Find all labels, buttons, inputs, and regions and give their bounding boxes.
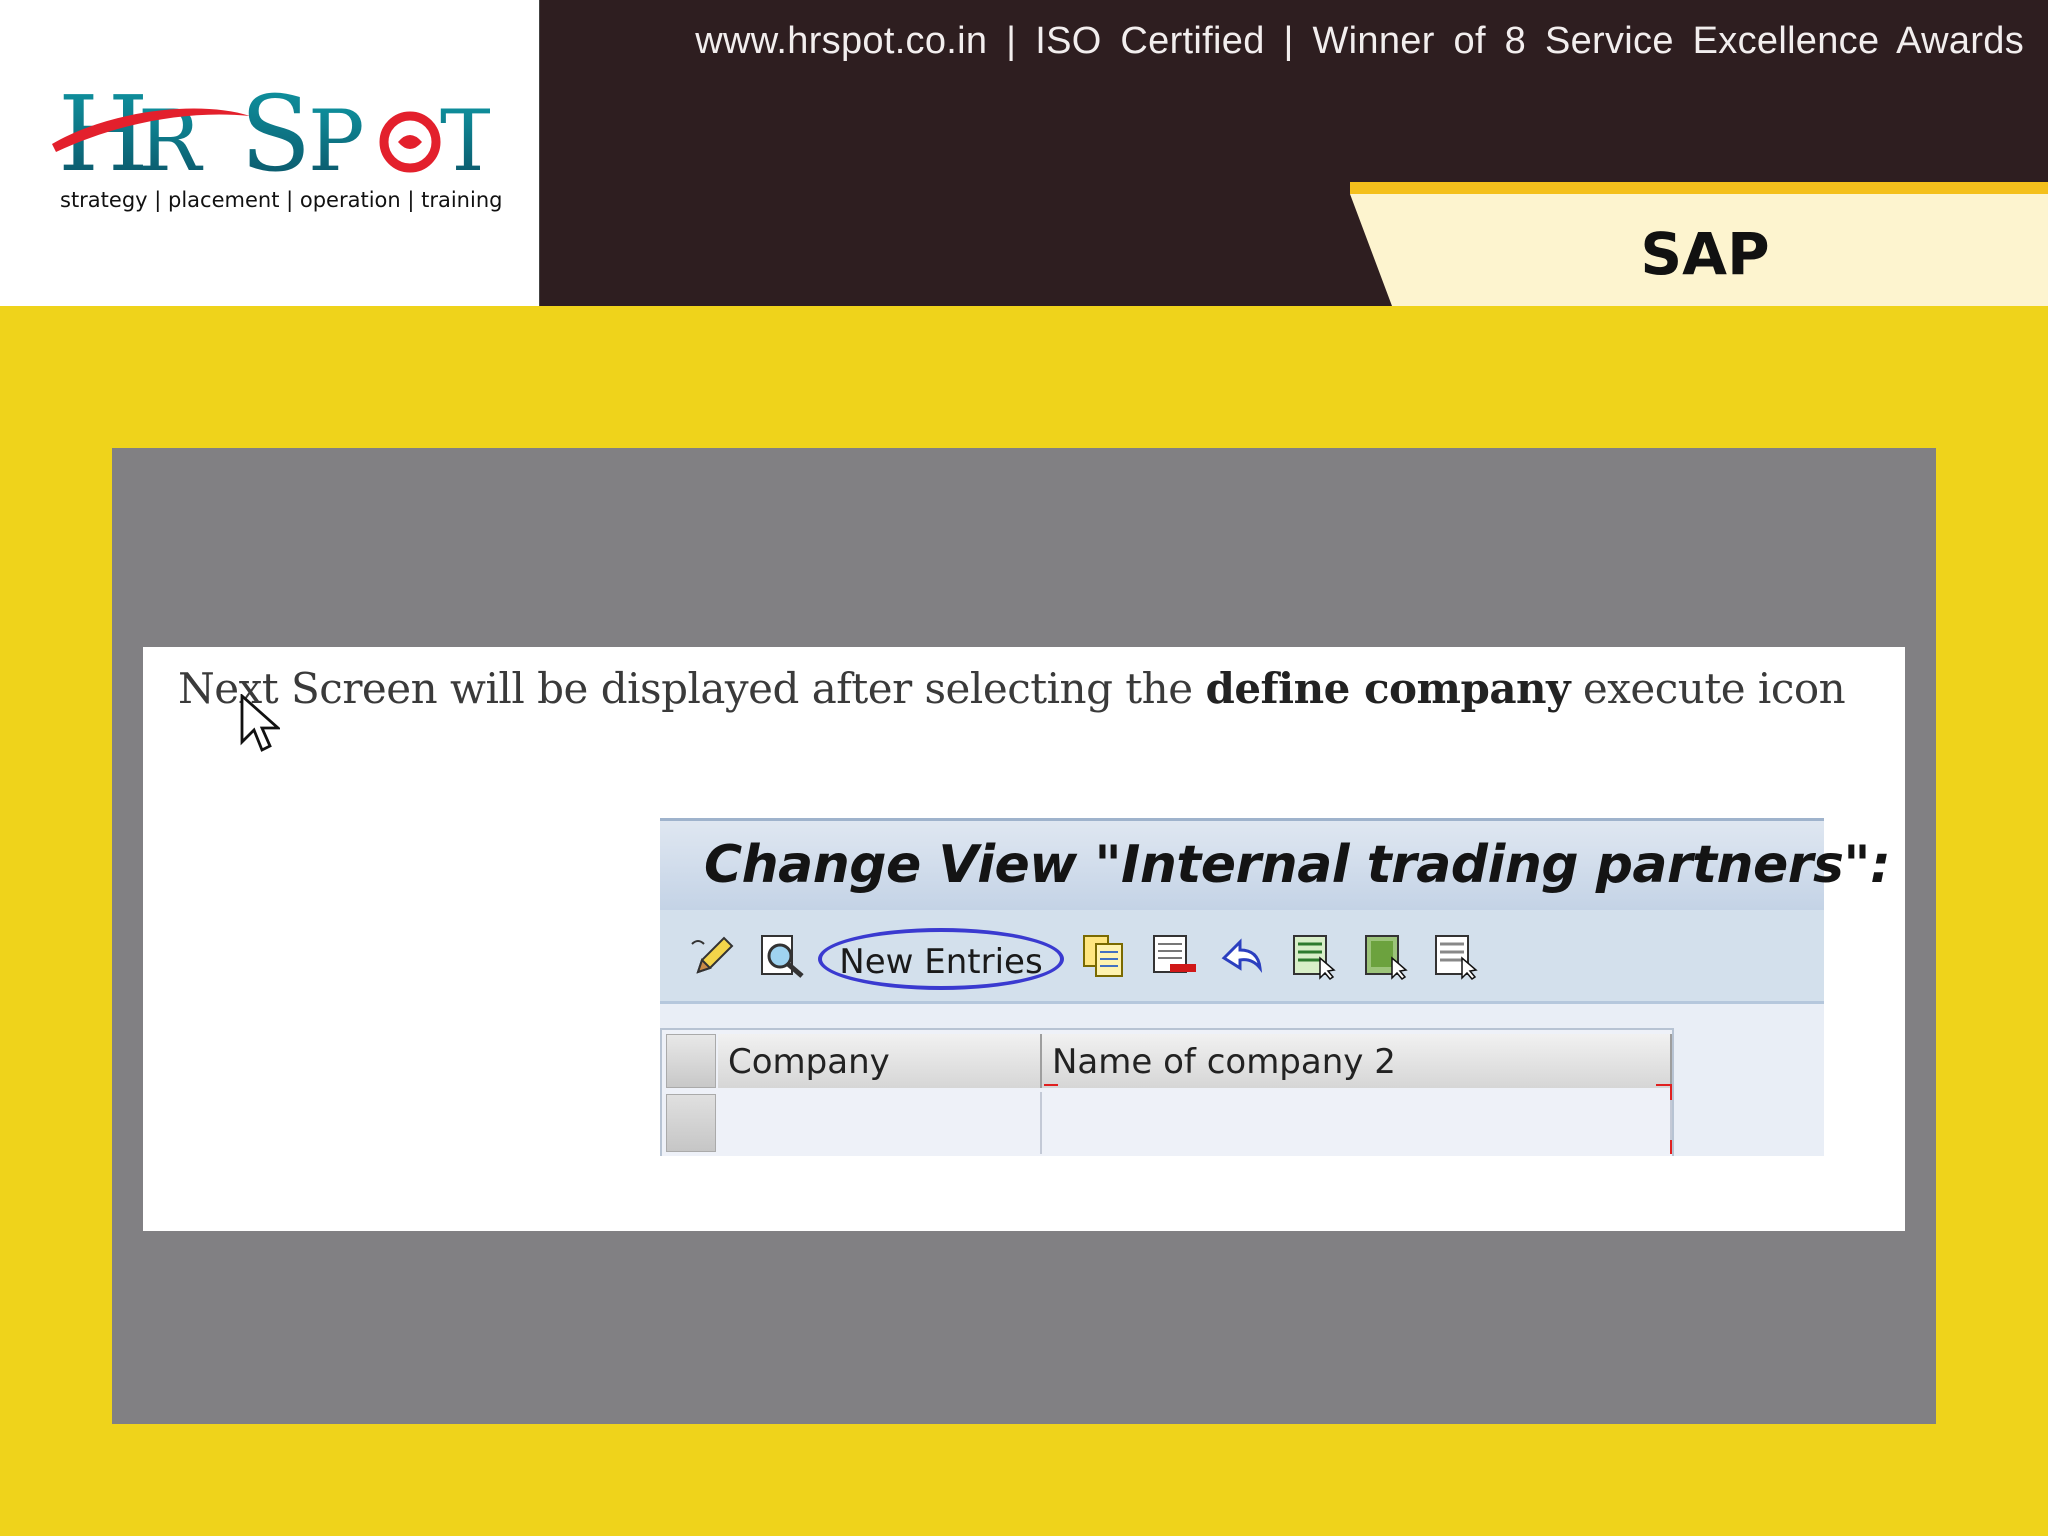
header-bar: H R S P T strategy | placement | operati…	[0, 0, 2048, 306]
delete-icon[interactable]	[1150, 932, 1198, 980]
table-cell-company[interactable]	[718, 1092, 1042, 1154]
logo-area: H R S P T strategy | placement | operati…	[0, 0, 540, 306]
column-header-label: Company	[728, 1042, 890, 1082]
column-header-company[interactable]: Company	[718, 1034, 1042, 1088]
logo-tagline: strategy | placement | operation | train…	[60, 188, 503, 212]
sap-toolbar: New Entries	[660, 910, 1824, 1004]
hr-spot-logo: H R S P T	[50, 70, 496, 195]
site-tagline: www.hrspot.co.in | ISO Certified | Winne…	[695, 20, 2024, 62]
edit-pencil-icon[interactable]	[688, 932, 736, 980]
new-entries-label: New Entries	[839, 942, 1043, 982]
undo-change-icon[interactable]	[1218, 932, 1266, 980]
mouse-pointer-icon	[240, 694, 280, 752]
deselect-all-icon[interactable]	[1432, 932, 1480, 980]
slide-caption: Next Screen will be displayed after sele…	[178, 664, 1846, 713]
sap-title-bar: Change View "Internal trading partners":	[660, 818, 1891, 910]
svg-text:P: P	[308, 92, 365, 190]
column-header-company-name[interactable]: Name of company 2	[1042, 1034, 1672, 1088]
select-block-icon[interactable]	[1362, 932, 1410, 980]
required-field-marker	[1656, 1084, 1672, 1100]
entries-table: Company Name of company 2	[660, 1028, 1674, 1156]
new-entries-button[interactable]: New Entries	[818, 928, 1064, 990]
column-header-label: Name of company 2	[1052, 1042, 1396, 1082]
required-field-marker	[1044, 1084, 1058, 1100]
select-all-icon[interactable]	[1290, 932, 1338, 980]
select-all-rows-button[interactable]	[666, 1034, 716, 1088]
sap-screen-title: Change View "Internal trading partners":	[704, 835, 1891, 895]
copy-as-icon[interactable]	[1080, 932, 1128, 980]
caption-emphasis: define company	[1205, 664, 1570, 713]
sap-screenshot: Change View "Internal trading partners":…	[660, 818, 1891, 1156]
svg-text:S: S	[240, 73, 311, 190]
table-cell-company-name[interactable]	[1042, 1092, 1672, 1154]
caption-text: Next Screen will be displayed after sele…	[178, 664, 1206, 713]
required-field-marker	[1656, 1140, 1672, 1154]
svg-text:T: T	[440, 92, 490, 190]
display-glasses-icon[interactable]	[758, 932, 806, 980]
svg-text:R: R	[138, 92, 204, 190]
row-selector[interactable]	[666, 1094, 716, 1152]
section-title: SAP	[1640, 220, 1770, 288]
caption-text-end: execute icon	[1570, 664, 1846, 713]
